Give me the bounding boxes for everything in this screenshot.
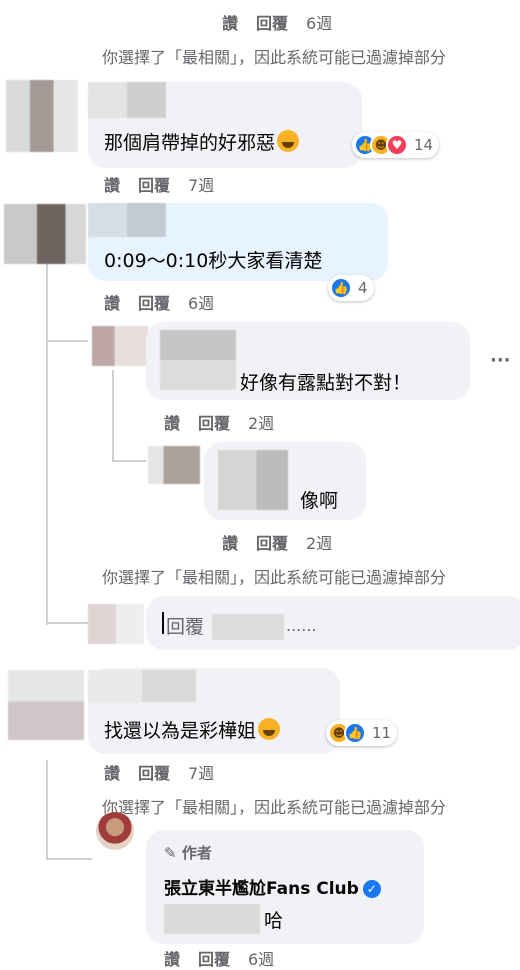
like-action[interactable]: 讚 (222, 534, 238, 553)
grinning-emoji-icon (258, 718, 281, 740)
thread-line-branch (46, 340, 88, 342)
reaction-summary[interactable]: 👍 ☻ ♥ 14 (352, 132, 440, 158)
laughing-emoji-icon (277, 130, 300, 152)
reaction-summary[interactable]: ☻ 👍 11 (326, 720, 398, 746)
reply-action[interactable]: 回覆 (256, 534, 288, 553)
comment-text: 好像有露點對不對！ (240, 372, 412, 394)
timestamp[interactable]: 7週 (188, 176, 214, 195)
thread-line (46, 250, 48, 625)
comment-text: 那個肩帶掉的好邪惡 (104, 128, 300, 155)
reply-action[interactable]: 回覆 (256, 14, 288, 33)
thread-line (46, 760, 48, 860)
mention-blurred (164, 904, 260, 934)
top-actions-row: 讚回覆 6週 (222, 10, 350, 34)
comment-bubble (204, 442, 366, 520)
comment-bubble (88, 82, 362, 168)
avatar[interactable] (8, 670, 84, 740)
comment-text: 找還以為是彩樺姐 (104, 716, 281, 743)
avatar[interactable] (148, 446, 200, 484)
pencil-icon: ✎ (164, 844, 177, 862)
filter-notice: 你選擇了「最相關」，因此系統可能已過濾掉部分 (102, 798, 447, 817)
love-icon: ♥ (386, 134, 408, 156)
author-name-blurred[interactable] (160, 330, 236, 390)
avatar[interactable] (4, 204, 86, 264)
comment-actions: 讚回覆 7週 (104, 172, 232, 196)
avatar[interactable] (6, 80, 78, 152)
comment-actions: 讚回覆 7週 (104, 760, 232, 784)
reaction-count: 4 (358, 279, 368, 297)
author-name-blurred[interactable] (88, 670, 196, 702)
reply-action[interactable]: 回覆 (138, 176, 170, 195)
filter-notice: 你選擇了「最相關」，因此系統可能已過濾掉部分 (102, 568, 447, 587)
timestamp[interactable]: 7週 (188, 764, 214, 783)
author-badge: ✎ 作者 (164, 844, 212, 862)
reply-action[interactable]: 回覆 (138, 764, 170, 783)
comment-actions: 讚回覆 6週 (104, 290, 232, 314)
comment-actions: 讚回覆 6週 (164, 946, 292, 970)
reaction-count: 14 (414, 136, 434, 154)
comment-text: 像啊 (300, 490, 339, 512)
current-user-avatar (88, 604, 144, 644)
thread-line-branch (46, 858, 92, 860)
reply-input-prefix: 回覆 (166, 616, 205, 638)
like-action[interactable]: 讚 (104, 176, 120, 195)
filter-notice: 你選擇了「最相關」，因此系統可能已過濾掉部分 (102, 48, 447, 67)
comment-text: 0:09～0:10秒大家看清楚 (104, 250, 323, 272)
reply-input-placeholder: ...... (286, 616, 317, 635)
reaction-summary[interactable]: 👍 4 (328, 275, 374, 301)
like-action[interactable]: 讚 (222, 14, 238, 33)
thread-line (112, 370, 114, 460)
reply-action[interactable]: 回覆 (198, 414, 230, 433)
mention-blurred (212, 614, 284, 640)
comment-text: 哈 (264, 910, 284, 932)
avatar[interactable] (92, 326, 148, 366)
like-action[interactable]: 讚 (104, 764, 120, 783)
text-cursor (162, 612, 164, 634)
author-name-blurred[interactable] (88, 82, 166, 118)
author-name-blurred[interactable] (218, 450, 288, 510)
more-options-icon[interactable]: ··· (490, 350, 511, 371)
thread-line-branch (112, 460, 146, 462)
timestamp[interactable]: 6週 (306, 14, 332, 33)
timestamp[interactable]: 2週 (306, 534, 332, 553)
like-icon: 👍 (330, 277, 352, 299)
comment-actions: 讚回覆 2週 (164, 410, 292, 434)
like-action[interactable]: 讚 (104, 294, 120, 313)
author-name[interactable]: 張立東半尷尬Fans Club ✓ (164, 874, 381, 899)
comment-actions: 讚回覆 2週 (222, 530, 350, 554)
verified-icon: ✓ (362, 880, 381, 898)
author-name-blurred[interactable] (88, 203, 166, 237)
timestamp[interactable]: 6週 (188, 294, 214, 313)
reaction-count: 11 (372, 724, 392, 742)
timestamp[interactable]: 2週 (248, 414, 274, 433)
like-icon: 👍 (344, 722, 366, 744)
reply-action[interactable]: 回覆 (138, 294, 170, 313)
author-avatar[interactable] (96, 812, 134, 850)
thread-line-branch (46, 622, 88, 624)
like-action[interactable]: 讚 (164, 414, 180, 433)
